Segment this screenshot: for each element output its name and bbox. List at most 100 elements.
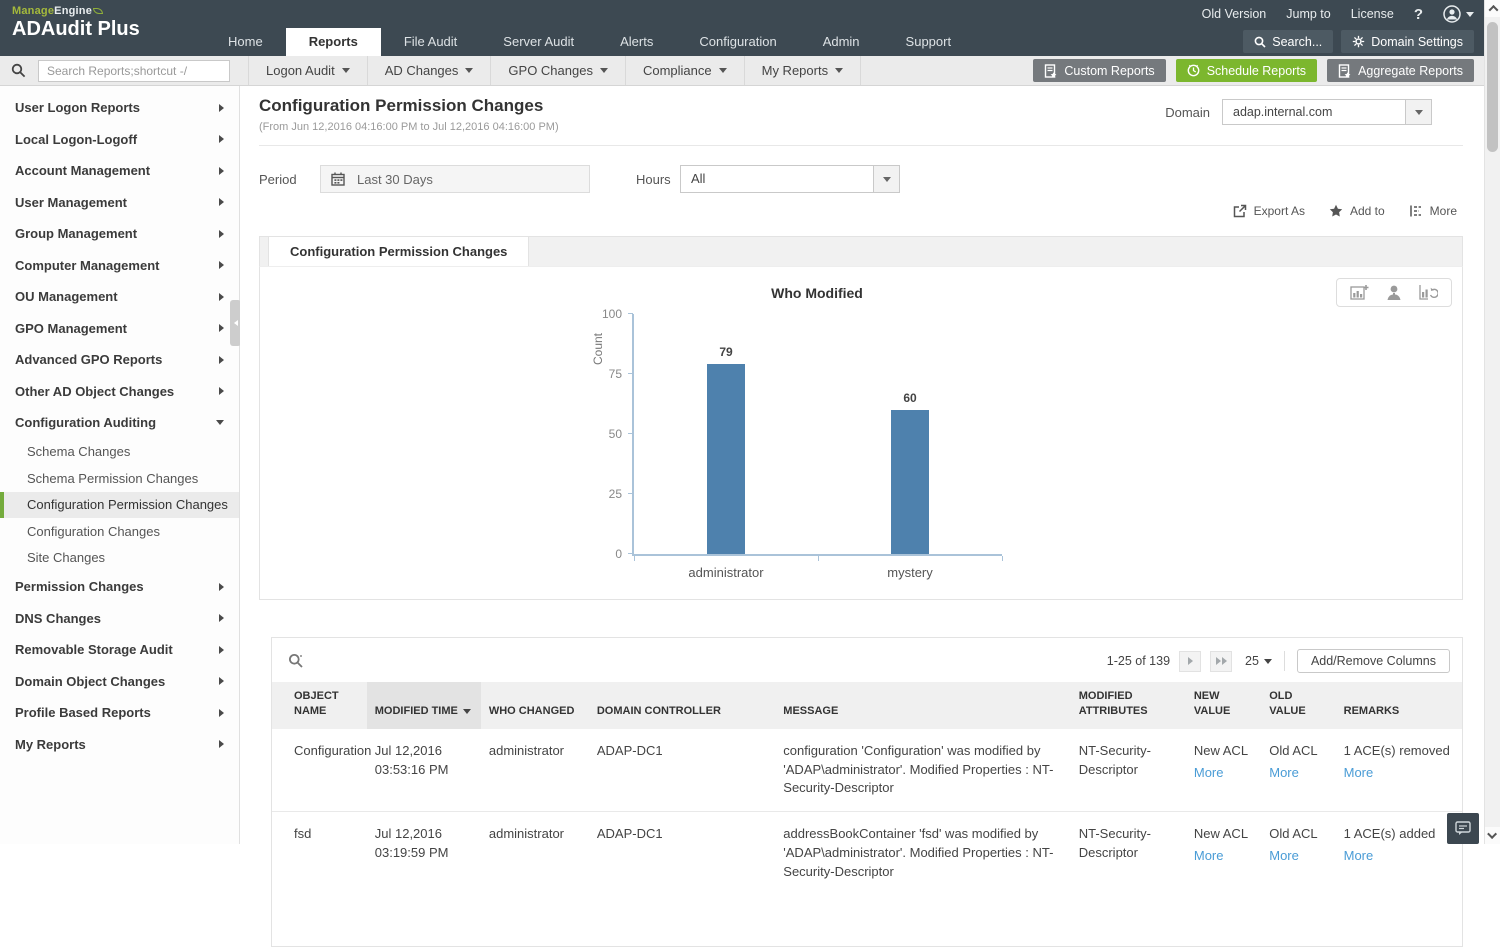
column-header-modified-time[interactable]: Modified Time xyxy=(367,682,481,729)
chevron-right-icon xyxy=(219,740,224,748)
sidebar-item-ou-management[interactable]: OU Management xyxy=(0,281,239,313)
more-link[interactable]: More xyxy=(1194,764,1224,783)
nav-tab-reports[interactable]: Reports xyxy=(286,28,381,56)
menu-ad-changes[interactable]: AD Changes xyxy=(368,56,492,85)
user-menu[interactable] xyxy=(1443,5,1474,23)
nav-tab-alerts[interactable]: Alerts xyxy=(597,28,676,56)
sidebar-item-label: Profile Based Reports xyxy=(15,705,151,720)
sidebar-item-gpo-management[interactable]: GPO Management xyxy=(0,313,239,345)
menu-logon-audit[interactable]: Logon Audit xyxy=(248,56,368,85)
manageengine-leaf-icon xyxy=(93,8,103,14)
column-header-domain-controller[interactable]: Domain Controller xyxy=(589,682,775,729)
column-header-object-name[interactable]: Object Name xyxy=(272,682,367,729)
more-link[interactable]: More xyxy=(1269,847,1299,866)
domain-select-arrow[interactable] xyxy=(1405,100,1431,124)
sidebar-item-group-management[interactable]: Group Management xyxy=(0,218,239,250)
sidebar-item-other-ad-object-changes[interactable]: Other AD Object Changes xyxy=(0,376,239,408)
more-link[interactable]: More xyxy=(1344,847,1374,866)
hours-select-arrow[interactable] xyxy=(873,166,899,192)
period-picker[interactable]: Last 30 Days xyxy=(320,165,590,193)
tab-configuration-permission-changes[interactable]: Configuration Permission Changes xyxy=(268,237,529,266)
nav-tab-support[interactable]: Support xyxy=(883,28,975,56)
page-size-select[interactable]: 25 xyxy=(1245,654,1272,668)
menu-compliance[interactable]: Compliance xyxy=(626,56,745,85)
sidebar-item-domain-object-changes[interactable]: Domain Object Changes xyxy=(0,666,239,698)
help-icon[interactable]: ? xyxy=(1414,6,1423,23)
global-search-button[interactable]: Search... xyxy=(1243,30,1333,53)
column-header-message[interactable]: Message xyxy=(775,682,1070,729)
sidebar-item-schema-changes[interactable]: Schema Changes xyxy=(0,439,239,466)
sidebar-item-schema-permission-changes[interactable]: Schema Permission Changes xyxy=(0,465,239,492)
sidebar-item-user-logon-reports[interactable]: User Logon Reports xyxy=(0,92,239,124)
page-size-value: 25 xyxy=(1245,654,1259,668)
scroll-down-button[interactable] xyxy=(1485,827,1500,844)
sidebar-item-profile-based-reports[interactable]: Profile Based Reports xyxy=(0,697,239,729)
sidebar-item-user-management[interactable]: User Management xyxy=(0,187,239,219)
next-page-button[interactable] xyxy=(1179,651,1201,672)
column-header-new-value[interactable]: New Value xyxy=(1186,682,1261,729)
top-link-jump-to[interactable]: Jump to xyxy=(1286,7,1330,21)
column-header-modified-attributes[interactable]: Modified Attributes xyxy=(1071,682,1186,729)
custom-reports-button[interactable]: Custom Reports xyxy=(1033,59,1165,82)
sidebar-item-site-changes[interactable]: Site Changes xyxy=(0,545,239,572)
top-link-old-version[interactable]: Old Version xyxy=(1202,7,1267,21)
sidebar-item-my-reports[interactable]: My Reports xyxy=(0,729,239,761)
bar-mystery[interactable] xyxy=(891,410,929,554)
nav-tab-file-audit[interactable]: File Audit xyxy=(381,28,480,56)
domain-select[interactable]: adap.internal.com xyxy=(1222,99,1432,125)
sidebar-item-removable-storage-audit[interactable]: Removable Storage Audit xyxy=(0,634,239,666)
nav-tab-admin[interactable]: Admin xyxy=(800,28,883,56)
menu-gpo-changes[interactable]: GPO Changes xyxy=(491,56,626,85)
sidebar-item-configuration-permission-changes[interactable]: Configuration Permission Changes xyxy=(0,492,239,519)
schedule-reports-button[interactable]: Schedule Reports xyxy=(1176,59,1317,82)
x-axis-tick xyxy=(634,556,635,561)
calendar-icon xyxy=(331,172,345,186)
sidebar-item-label: Removable Storage Audit xyxy=(15,642,173,657)
add-to-button[interactable]: Add to xyxy=(1329,204,1385,218)
nav-tab-home[interactable]: Home xyxy=(205,28,286,56)
brand-manage: Manage xyxy=(12,5,54,17)
more-link[interactable]: More xyxy=(1194,847,1224,866)
sidebar-item-account-management[interactable]: Account Management xyxy=(0,155,239,187)
chat-feedback-button[interactable] xyxy=(1447,813,1479,844)
menu-my-reports[interactable]: My Reports xyxy=(745,56,861,85)
column-header-who-changed[interactable]: Who Changed xyxy=(481,682,589,729)
table-body: ConfigurationJul 12,2016 03:53:16 PMadmi… xyxy=(272,729,1462,895)
export-as-label: Export As xyxy=(1254,204,1305,218)
sidebar-item-local-logon-logoff[interactable]: Local Logon-Logoff xyxy=(0,124,239,156)
more-link[interactable]: More xyxy=(1344,764,1374,783)
bar-administrator[interactable] xyxy=(707,364,745,554)
sidebar-item-configuration-changes[interactable]: Configuration Changes xyxy=(0,518,239,545)
sidebar-item-advanced-gpo-reports[interactable]: Advanced GPO Reports xyxy=(0,344,239,376)
hours-select[interactable]: All xyxy=(680,165,900,193)
more-button[interactable]: More xyxy=(1409,204,1457,218)
sidebar-item-permission-changes[interactable]: Permission Changes xyxy=(0,571,239,603)
export-as-button[interactable]: Export As xyxy=(1233,204,1305,218)
chart-refresh-icon[interactable] xyxy=(1419,284,1438,301)
menu-label: AD Changes xyxy=(385,56,459,85)
chart-add-icon[interactable] xyxy=(1350,284,1369,301)
domain-settings-button[interactable]: Domain Settings xyxy=(1341,30,1474,53)
report-search-input[interactable] xyxy=(38,60,230,82)
top-link-license[interactable]: License xyxy=(1351,7,1394,21)
chart-user-icon[interactable] xyxy=(1386,284,1402,301)
column-header-old-value[interactable]: Old Value xyxy=(1261,682,1335,729)
chevron-up-icon xyxy=(1488,5,1498,15)
nav-tab-configuration[interactable]: Configuration xyxy=(676,28,799,56)
table-search-icon[interactable] xyxy=(288,653,304,669)
more-link[interactable]: More xyxy=(1269,764,1299,783)
sidebar-item-computer-management[interactable]: Computer Management xyxy=(0,250,239,282)
app-logo[interactable]: ManageEngine ADAudit Plus xyxy=(12,5,140,41)
brand-engine: Engine xyxy=(54,5,92,17)
aggregate-reports-button[interactable]: Aggregate Reports xyxy=(1327,59,1474,82)
sidebar-item-configuration-auditing[interactable]: Configuration Auditing xyxy=(0,407,239,439)
scroll-up-button[interactable] xyxy=(1485,0,1500,17)
column-header-remarks[interactable]: Remarks xyxy=(1336,682,1462,729)
sidebar-item-dns-changes[interactable]: DNS Changes xyxy=(0,603,239,635)
nav-tab-server-audit[interactable]: Server Audit xyxy=(480,28,597,56)
page-scrollbar[interactable] xyxy=(1484,0,1500,844)
scrollbar-thumb[interactable] xyxy=(1487,22,1498,152)
last-page-button[interactable] xyxy=(1210,651,1232,672)
add-remove-columns-button[interactable]: Add/Remove Columns xyxy=(1297,649,1450,673)
y-tick-label: 50 xyxy=(609,427,622,441)
